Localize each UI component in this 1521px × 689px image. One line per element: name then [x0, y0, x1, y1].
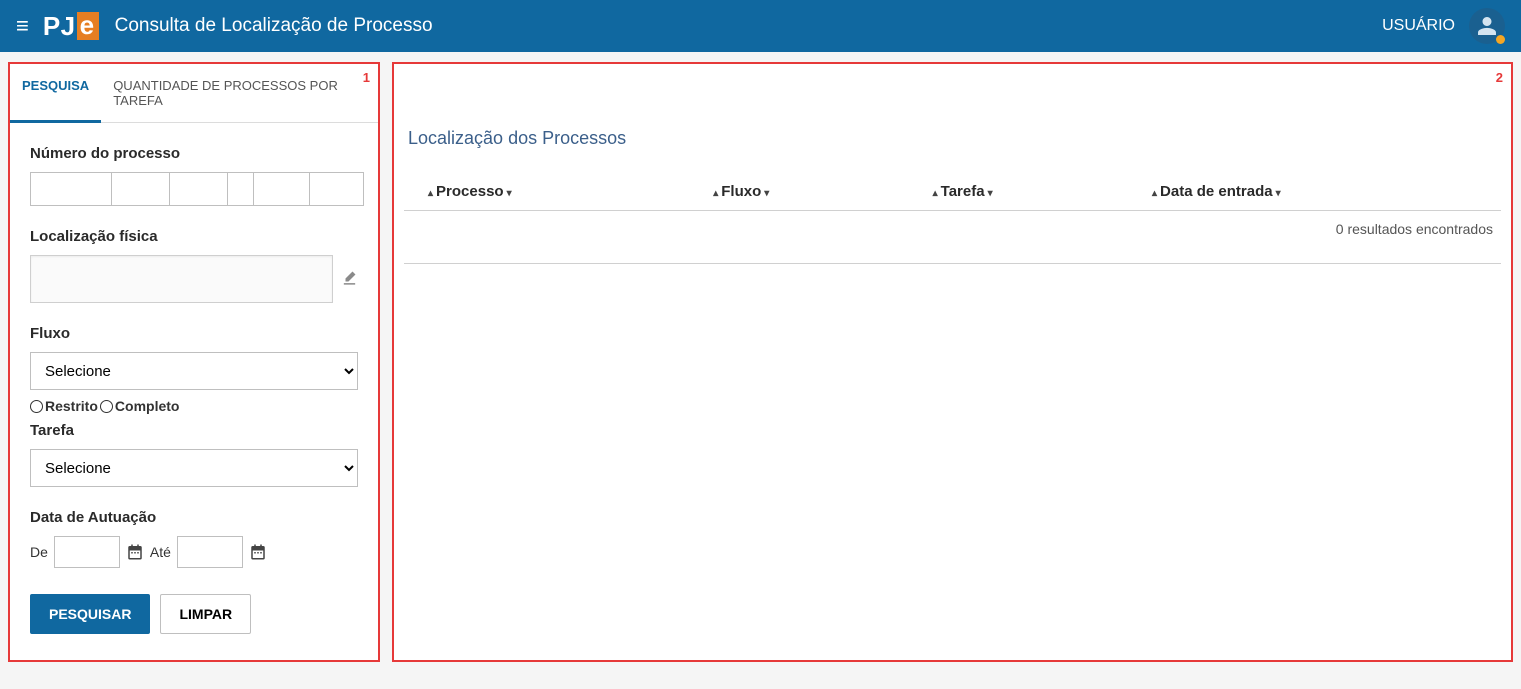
radio-restrito-label: Restrito — [45, 398, 98, 414]
results-table: Processo Fluxo Tarefa Data de entrada 0 … — [404, 173, 1501, 264]
col-fluxo[interactable]: Fluxo — [713, 183, 769, 200]
pesquisar-button[interactable]: PESQUISAR — [30, 594, 150, 634]
numero-processo-segments — [30, 172, 358, 206]
tabs: PESQUISA QUANTIDADE DE PROCESSOS POR TAR… — [10, 64, 378, 123]
calendar-icon[interactable] — [249, 543, 267, 561]
date-from-input[interactable] — [54, 536, 120, 568]
results-title: Localização dos Processos — [404, 128, 1501, 149]
date-to-input[interactable] — [177, 536, 243, 568]
date-to-label: Até — [150, 544, 171, 560]
search-panel: 1 PESQUISA QUANTIDADE DE PROCESSOS POR T… — [8, 62, 380, 662]
radio-completo-label: Completo — [115, 398, 180, 414]
app-header: ≡ PJe Consulta de Localização de Process… — [0, 0, 1521, 52]
person-icon — [1476, 15, 1498, 37]
date-from-label: De — [30, 544, 48, 560]
app-logo: PJe — [43, 11, 99, 42]
numero-seg-1[interactable] — [30, 172, 112, 206]
logo-accent: e — [77, 12, 99, 40]
fluxo-select[interactable]: Selecione — [30, 352, 358, 390]
localizacao-input[interactable] — [30, 255, 333, 303]
numero-seg-6[interactable] — [310, 172, 364, 206]
col-data-entrada[interactable]: Data de entrada — [1152, 183, 1281, 200]
avatar[interactable] — [1469, 8, 1505, 44]
numero-processo-label: Número do processo — [30, 145, 358, 162]
tarefa-label: Tarefa — [30, 422, 358, 439]
numero-seg-3[interactable] — [170, 172, 228, 206]
logo-text: PJ — [43, 11, 76, 42]
tab-pesquisa[interactable]: PESQUISA — [10, 64, 101, 123]
annotation-badge: 1 — [363, 70, 370, 85]
radio-completo[interactable]: Completo — [100, 398, 180, 414]
col-tarefa[interactable]: Tarefa — [933, 183, 993, 200]
numero-seg-2[interactable] — [112, 172, 170, 206]
results-footer: 0 resultados encontrados — [404, 211, 1501, 264]
page-title: Consulta de Localização de Processo — [115, 15, 433, 37]
col-processo[interactable]: Processo — [428, 183, 512, 200]
user-label[interactable]: USUÁRIO — [1382, 17, 1455, 35]
tarefa-select[interactable]: Selecione — [30, 449, 358, 487]
localizacao-label: Localização física — [30, 228, 358, 245]
annotation-badge: 2 — [1496, 70, 1503, 85]
data-autuacao-label: Data de Autuação — [30, 509, 358, 526]
numero-seg-4[interactable] — [228, 172, 254, 206]
limpar-button[interactable]: LIMPAR — [160, 594, 251, 634]
calendar-icon[interactable] — [126, 543, 144, 561]
fluxo-label: Fluxo — [30, 325, 358, 342]
eraser-icon[interactable] — [341, 269, 358, 291]
numero-seg-5[interactable] — [254, 172, 310, 206]
tab-quantidade[interactable]: QUANTIDADE DE PROCESSOS POR TAREFA — [101, 64, 378, 122]
status-dot-icon — [1496, 35, 1505, 44]
hamburger-menu-icon[interactable]: ≡ — [16, 15, 29, 37]
results-panel: 2 Localização dos Processos Processo Flu… — [392, 62, 1513, 662]
radio-restrito[interactable]: Restrito — [30, 398, 98, 414]
